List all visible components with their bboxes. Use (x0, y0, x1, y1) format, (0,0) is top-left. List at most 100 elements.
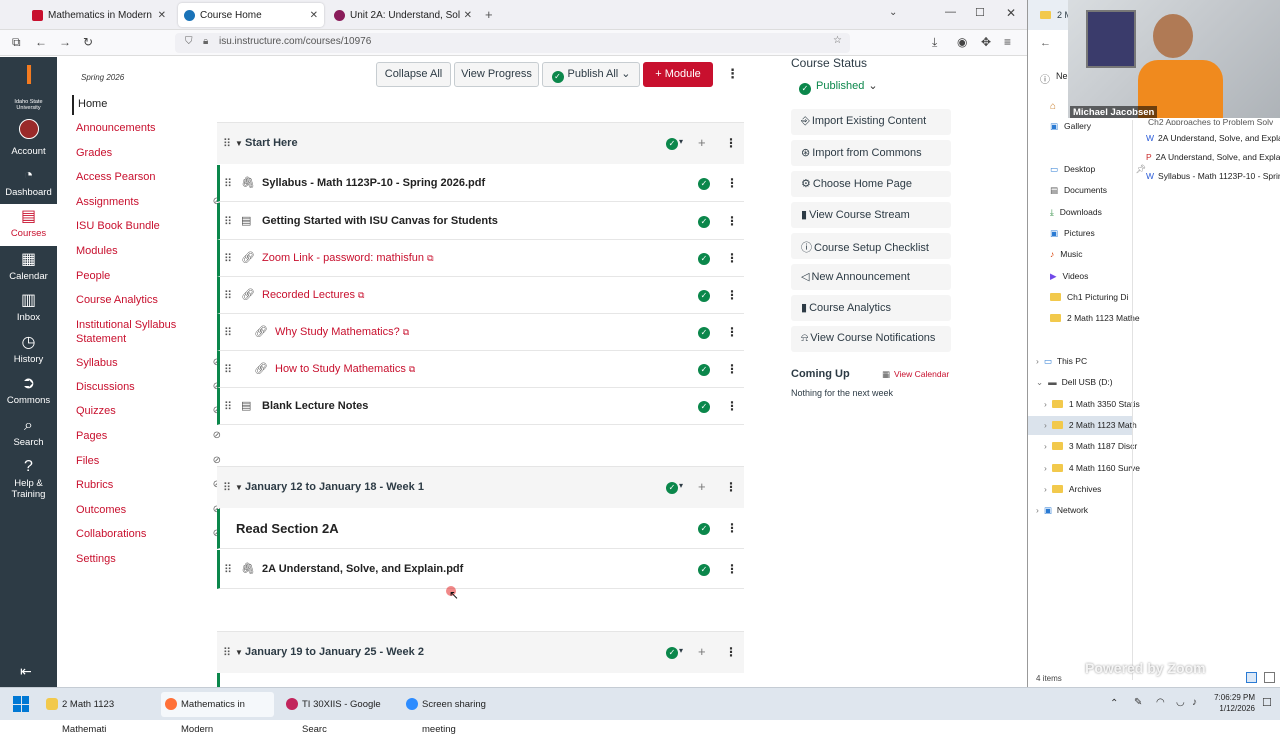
tab-list-icon[interactable]: ⌄ (889, 7, 897, 18)
drag-handle-icon[interactable]: ⠿ (224, 289, 232, 302)
course-nav-announcements[interactable]: Announcements (76, 121, 196, 135)
import-existing-content-button[interactable]: ⎆ Import Existing Content (791, 109, 951, 135)
import-from-commons-button[interactable]: ⊛ Import from Commons (791, 140, 951, 166)
caret-down-icon[interactable]: ▾ (679, 481, 683, 490)
published-check-icon[interactable]: ✓ (698, 253, 710, 265)
more-options-icon[interactable]: ⋮ (726, 251, 738, 265)
published-check-icon[interactable]: ✓ (698, 178, 710, 190)
tree-folder[interactable]: › 4 Math 1160 Surve (1044, 463, 1140, 473)
more-options-icon[interactable]: ⋮ (726, 66, 739, 82)
caret-down-icon[interactable]: ▾ (679, 646, 683, 655)
caret-down-icon[interactable]: ▼ (235, 139, 243, 148)
new-tab-icon[interactable]: + (485, 7, 493, 22)
collapse-nav-icon[interactable]: ⇤ (20, 663, 32, 680)
close-tab-icon[interactable]: ✕ (310, 10, 318, 21)
more-options-icon[interactable]: ⋮ (726, 562, 738, 576)
more-options-icon[interactable]: ⋮ (726, 325, 738, 339)
publish-all-button[interactable]: ✓ Publish All ⌄ (542, 62, 640, 87)
minimize-icon[interactable]: — (945, 6, 956, 18)
network-icon[interactable]: ◠ (1156, 697, 1165, 708)
tree-dell-usb[interactable]: ⌄ ▬ Dell USB (D:) (1036, 377, 1113, 388)
course-nav-grades[interactable]: Grades (76, 146, 196, 160)
more-options-icon[interactable]: ⋮ (726, 176, 738, 190)
tree-folder[interactable]: › Archives (1044, 484, 1101, 494)
nav-dashboard[interactable]: ◔ Dashboard (0, 167, 57, 207)
file-item[interactable]: P 2A Understand, Solve, and Explain (1146, 152, 1280, 162)
details-view-icon[interactable] (1246, 672, 1257, 683)
quick-access-pictures[interactable]: ▣ Pictures (1050, 228, 1095, 239)
taskbar-explorer[interactable]: 2 Math 1123 Mathemati (42, 692, 157, 735)
course-nav-assignments[interactable]: Assignments ⊘ (76, 195, 221, 209)
quick-access-downloads[interactable]: ⤓ Downloads (1050, 207, 1102, 218)
nav-history[interactable]: ◷ History (0, 334, 57, 374)
nav-courses[interactable]: ▤ Courses (0, 204, 57, 246)
url-field[interactable]: ⛉ 🔒︎ isu.instructure.com/courses/10976 ☆ (175, 33, 850, 53)
bookmark-star-icon[interactable]: ☆ (833, 35, 842, 46)
caret-down-icon[interactable]: ▾ (679, 137, 683, 146)
tree-folder[interactable]: › 3 Math 1187 Discr (1044, 441, 1137, 451)
volume-icon[interactable]: ♪ (1192, 697, 1197, 708)
nav-commons[interactable]: ➲ Commons (0, 375, 57, 415)
more-options-icon[interactable]: ⋮ (726, 288, 738, 302)
tray-chevron-icon[interactable]: ⌃ (1110, 698, 1118, 709)
module-item[interactable]: ⠿ 🖇︎ Syllabus - Math 1123P-10 - Spring 2… (217, 165, 744, 202)
published-check-icon[interactable]: ✓ (698, 523, 710, 535)
view-progress-button[interactable]: View Progress (454, 62, 539, 87)
collapse-all-button[interactable]: Collapse All (376, 62, 451, 87)
drag-handle-icon[interactable]: ⠿ (223, 137, 231, 150)
published-check-icon[interactable]: ✓ (666, 647, 678, 659)
close-tab-icon[interactable]: ✕ (158, 10, 166, 21)
view-course-notifications-button[interactable]: ⍾ View Course Notifications (791, 326, 951, 352)
drag-handle-icon[interactable]: ⠿ (224, 177, 232, 190)
module-item[interactable]: ⠿ ▤ Blank Lecture Notes ✓ ⋮ (217, 388, 744, 425)
course-nav-quizzes[interactable]: Quizzes ⊘ (76, 404, 221, 418)
more-options-icon[interactable]: ⋮ (725, 645, 737, 659)
extensions-icon[interactable]: ✥ (981, 35, 991, 49)
more-options-icon[interactable]: ⋮ (726, 214, 738, 228)
course-nav-files[interactable]: Files ⊘ (76, 454, 221, 468)
tree-folder-selected[interactable]: › 2 Math 1123 Math (1028, 416, 1137, 435)
module-item[interactable]: ⠿ 🔗︎ Recorded Lectures ⧉ ✓ ⋮ (217, 277, 744, 314)
quick-access-ch1[interactable]: Ch1 Picturing Di (1050, 292, 1128, 302)
view-calendar-link[interactable]: ▦ View Calendar (882, 369, 949, 380)
published-check-icon[interactable]: ✓ (698, 401, 710, 413)
maximize-icon[interactable]: ☐ (975, 6, 985, 19)
course-setup-checklist-button[interactable]: ⓘ Course Setup Checklist (791, 233, 951, 259)
module-item[interactable]: ⠿ 🖇︎ 2A Understand, Solve, and Explain.p… (217, 550, 744, 589)
course-nav-analytics[interactable]: Course Analytics (76, 293, 196, 307)
view-course-stream-button[interactable]: ▮ View Course Stream (791, 202, 951, 228)
published-check-icon[interactable]: ✓ (698, 364, 710, 376)
gallery-item[interactable]: ▣ Gallery (1050, 121, 1091, 132)
course-nav-rubrics[interactable]: Rubrics ⊘ (76, 478, 221, 492)
back-icon[interactable]: ← (35, 35, 47, 49)
caret-down-icon[interactable]: ▼ (235, 483, 243, 492)
nav-inbox[interactable]: ▥ Inbox (0, 292, 57, 332)
course-nav-access-pearson[interactable]: Access Pearson (76, 170, 196, 184)
course-nav-discussions[interactable]: Discussions ⊘ (76, 380, 221, 394)
downloads-icon[interactable]: ⤓ (932, 35, 937, 50)
file-item[interactable]: W Syllabus - Math 1123P-10 - Spring (1146, 171, 1280, 181)
clock[interactable]: 7:06:29 PM 1/12/2026 (1205, 692, 1255, 714)
file-item[interactable]: W 2A Understand, Solve, and Explain (1146, 133, 1280, 143)
add-item-icon[interactable]: + (698, 479, 706, 494)
more-options-icon[interactable]: ⋮ (726, 399, 738, 413)
published-check-icon[interactable]: ✓ (698, 290, 710, 302)
quick-access-math1123[interactable]: 2 Math 1123 Mathe (1050, 313, 1140, 323)
course-nav-modules[interactable]: Modules (76, 244, 196, 258)
published-check-icon[interactable]: ✓ (698, 564, 710, 576)
course-analytics-button[interactable]: ▮ Course Analytics (791, 295, 951, 321)
published-check-icon[interactable]: ✓ (698, 327, 710, 339)
drag-handle-icon[interactable]: ⠿ (224, 563, 232, 576)
tab-mathematics[interactable]: Mathematics in Modern Society ✕ (26, 3, 172, 27)
tree-network[interactable]: › ▣ Network (1036, 505, 1088, 516)
drag-handle-icon[interactable]: ⠿ (224, 400, 232, 413)
course-nav-book-bundle[interactable]: ISU Book Bundle (76, 219, 196, 233)
tab-unit-2a[interactable]: Unit 2A: Understand, Solve, and ✕ (328, 3, 478, 27)
add-item-icon[interactable]: + (698, 135, 706, 150)
nav-search[interactable]: ⌕ Search (0, 417, 57, 457)
course-nav-home[interactable]: Home (72, 95, 192, 115)
course-nav-pages[interactable]: Pages ⊘ (76, 429, 221, 443)
course-nav-people[interactable]: People (76, 269, 196, 283)
module-header[interactable]: ⠿ ▼ January 19 to January 25 - Week 2 ✓ … (217, 631, 744, 673)
back-icon[interactable]: ← (1040, 37, 1051, 49)
